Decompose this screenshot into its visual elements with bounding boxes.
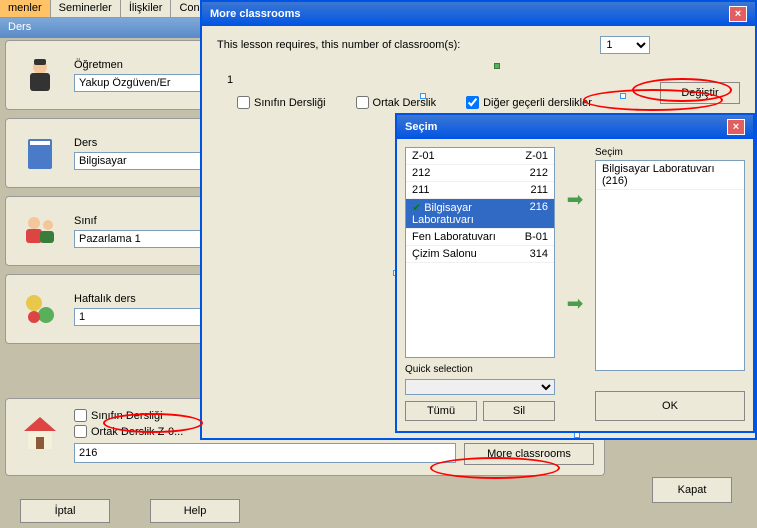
people-icon xyxy=(16,207,64,255)
chk-ortak[interactable] xyxy=(356,96,369,109)
tab-iliskiler[interactable]: İlişkiler xyxy=(121,0,172,17)
secim-titlebar: Seçim × xyxy=(397,115,753,139)
tab-seminerler[interactable]: Seminerler xyxy=(51,0,121,17)
sil-button[interactable]: Sil xyxy=(483,401,555,421)
list-item[interactable]: 211211 xyxy=(406,182,554,199)
list-item[interactable]: 212212 xyxy=(406,165,554,182)
quick-selection-label: Quick selection xyxy=(405,364,555,375)
classroom-value-input[interactable] xyxy=(74,443,456,463)
classroom-chk1-label: Sınıfın Dersliği xyxy=(91,410,163,422)
secim-title: Seçim xyxy=(405,121,437,133)
classroom-chk2[interactable] xyxy=(74,425,87,438)
classroom-chk1[interactable] xyxy=(74,409,87,422)
selection-handle[interactable] xyxy=(420,93,426,99)
available-list[interactable]: Z-01Z-01 212212 211211 ✔Bilgisayar Labor… xyxy=(405,147,555,358)
quick-selection-dropdown[interactable] xyxy=(405,379,555,395)
more-window-title: More classrooms xyxy=(210,8,300,20)
cancel-button[interactable]: İptal xyxy=(20,499,110,523)
secim-close-icon[interactable]: × xyxy=(727,119,745,135)
more-window-titlebar: More classrooms × xyxy=(202,2,755,26)
arrow-right-icon[interactable]: ➡ xyxy=(563,187,587,211)
balls-icon xyxy=(16,285,64,333)
bottom-buttons: İptal Help xyxy=(20,499,240,523)
list-item[interactable]: ✔Bilgisayar Laboratuvarı216 xyxy=(406,199,554,229)
requires-text: This lesson requires, this number of cla… xyxy=(217,39,460,51)
list-item[interactable]: Z-01Z-01 xyxy=(406,148,554,165)
secim-ok-button[interactable]: OK xyxy=(595,391,745,421)
close-icon[interactable]: × xyxy=(729,6,747,22)
teacher-icon xyxy=(16,51,64,99)
chk-sinifin[interactable] xyxy=(237,96,250,109)
classroom-count-select[interactable]: 1 xyxy=(600,36,650,54)
book-icon xyxy=(16,129,64,177)
chk-diger[interactable] xyxy=(466,96,479,109)
secim-right-label: Seçim xyxy=(595,147,745,158)
selection-handle[interactable] xyxy=(620,93,626,99)
check-icon: ✔ xyxy=(412,202,421,214)
list-item[interactable]: Fen LaboratuvarıB-01 xyxy=(406,229,554,246)
selection-handle[interactable] xyxy=(494,63,500,69)
degistir-button[interactable]: Değiştir xyxy=(660,82,740,104)
selected-list[interactable]: Bilgisayar Laboratuvarı (216) xyxy=(595,160,745,371)
house-icon xyxy=(16,409,64,457)
classroom-chk2-label: Ortak Derslik Z-0... xyxy=(91,426,183,438)
chk-sinifin-label: Sınıfın Dersliği xyxy=(254,97,326,109)
tumu-button[interactable]: Tümü xyxy=(405,401,477,421)
help-button[interactable]: Help xyxy=(150,499,240,523)
arrow-right-icon-2[interactable]: ➡ xyxy=(563,291,587,315)
kapat-button[interactable]: Kapat xyxy=(652,477,732,503)
list-item[interactable]: Bilgisayar Laboratuvarı (216) xyxy=(596,161,744,190)
list-item[interactable]: Çizim Salonu314 xyxy=(406,246,554,263)
tab-menler[interactable]: menler xyxy=(0,0,51,17)
chk-ortak-label: Ortak Derslik xyxy=(373,97,437,109)
more-classrooms-button[interactable]: More classrooms xyxy=(464,443,594,465)
secim-window: Seçim × Z-01Z-01 212212 211211 ✔Bilgisay… xyxy=(395,113,755,433)
chk-diger-label: Diğer geçerli derslikler xyxy=(483,97,592,109)
